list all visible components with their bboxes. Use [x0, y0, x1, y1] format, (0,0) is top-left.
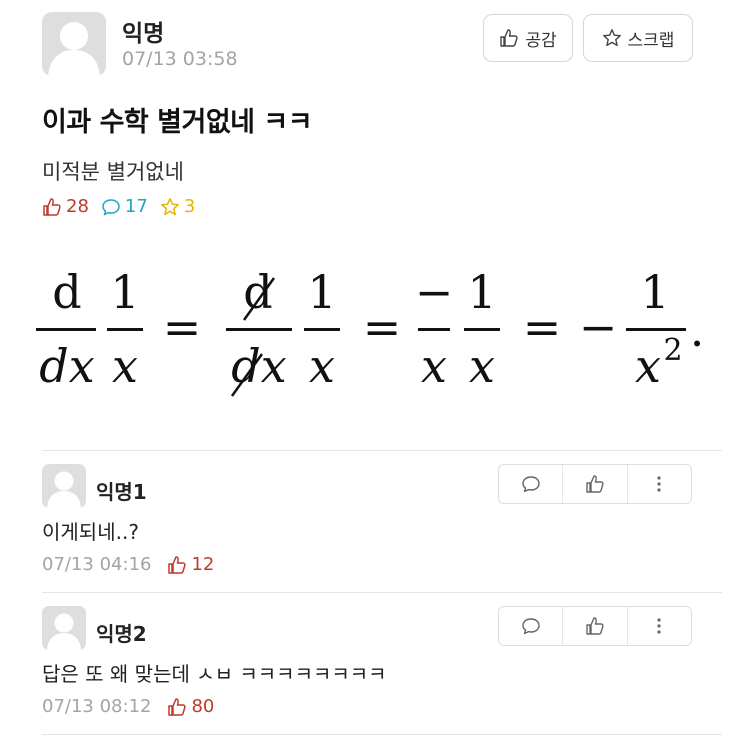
fraction-bar: [418, 328, 450, 331]
thumbs-up-icon: [500, 29, 518, 47]
speech-bubble-icon: [521, 476, 540, 493]
comment-author: 익명1: [96, 480, 147, 504]
thumbs-up-icon: [586, 617, 604, 635]
formula-d: d: [243, 265, 272, 319]
formula-one: 1: [467, 265, 496, 319]
scrap-button[interactable]: 스크랩: [583, 14, 693, 62]
thumbs-up-icon: [168, 697, 187, 716]
formula-minus: −: [579, 300, 618, 354]
more-button[interactable]: [626, 607, 691, 645]
thumbs-up-icon: [168, 555, 187, 574]
post-author: 익명: [122, 21, 165, 47]
formula-image: d dx 1 x = d dx 1 x = − x 1 x = − 1 x 2 …: [36, 265, 705, 397]
speech-bubble-icon: [521, 618, 540, 635]
avatar-icon: [47, 613, 81, 650]
formula-x: x: [421, 339, 447, 393]
comment-actions: [498, 464, 692, 504]
comment-like-count: 80: [167, 696, 214, 717]
star-icon: [602, 29, 621, 47]
thumbs-up-icon: [586, 475, 604, 493]
comment-like-count-value: 80: [191, 696, 215, 717]
comment-like-count-value: 12: [191, 554, 215, 575]
comment-count-value: 17: [124, 196, 148, 217]
formula-x: x: [112, 339, 138, 393]
comment-author: 익명2: [96, 622, 147, 646]
comment-like-button[interactable]: [562, 465, 626, 503]
more-vertical-icon: [657, 476, 661, 492]
like-button-label: 공감: [525, 30, 557, 51]
formula-one: 1: [640, 265, 669, 319]
formula-equals: =: [163, 300, 202, 354]
formula-x: x: [635, 339, 661, 393]
comment-like-count: 12: [167, 554, 214, 575]
comment-count: 17: [101, 196, 148, 217]
formula-one: 1: [307, 265, 336, 319]
comment-text: 답은 또 왜 맞는데 ㅅㅂ ㅋㅋㅋㅋㅋㅋㅋㅋ: [42, 662, 387, 686]
more-button[interactable]: [626, 465, 691, 503]
avatar-icon: [47, 471, 81, 508]
comment-divider: [42, 450, 722, 451]
fraction-bar: [36, 328, 96, 331]
comment-timestamp: 07/13 08:12: [42, 696, 152, 717]
scrap-count-value: 3: [183, 196, 196, 217]
more-vertical-icon: [657, 618, 661, 634]
scrap-count: 3: [160, 196, 195, 217]
like-count: 28: [42, 196, 89, 217]
formula-equals: =: [363, 300, 402, 354]
post-timestamp: 07/13 03:58: [122, 48, 238, 70]
avatar-icon: [48, 22, 100, 76]
fraction-bar: [304, 328, 340, 331]
formula-equals: =: [523, 300, 562, 354]
comment-meta: 07/13 04:16 12: [42, 554, 214, 575]
fraction-bar: [107, 328, 143, 331]
post-stats: 28 17 3: [42, 196, 207, 217]
author-avatar: [42, 12, 106, 76]
formula-exponent: 2: [663, 333, 682, 368]
fraction-bar: [226, 328, 292, 331]
comment-avatar: [42, 606, 86, 650]
fraction-bar: [464, 328, 500, 331]
comment-avatar: [42, 464, 86, 508]
thumbs-up-icon: [43, 197, 61, 216]
fraction-bar: [626, 328, 686, 331]
scrap-button-label: 스크랩: [627, 30, 675, 51]
comment-text: 이게되네..?: [42, 520, 139, 544]
speech-bubble-icon: [102, 198, 120, 215]
formula-period: .: [690, 303, 705, 357]
comment-timestamp: 07/13 04:16: [42, 554, 152, 575]
post-title: 이과 수학 별거없네 ㅋㅋ: [42, 107, 313, 138]
like-button[interactable]: 공감: [483, 14, 573, 62]
formula-one: 1: [110, 265, 139, 319]
comment-divider: [42, 734, 722, 735]
comment-actions: [498, 606, 692, 646]
formula-d: d: [52, 265, 81, 319]
comment-meta: 07/13 08:12 80: [42, 696, 214, 717]
post-body: 미적분 별거없네: [42, 160, 184, 184]
formula-x: x: [309, 339, 335, 393]
reply-button[interactable]: [499, 607, 562, 645]
formula-minus: −: [415, 265, 454, 319]
reply-button[interactable]: [499, 465, 562, 503]
star-icon: [160, 197, 179, 215]
formula-x: x: [469, 339, 495, 393]
like-count-value: 28: [66, 196, 89, 217]
formula-dx: dx: [39, 339, 94, 393]
comment-like-button[interactable]: [562, 607, 626, 645]
comment-divider: [42, 592, 722, 593]
